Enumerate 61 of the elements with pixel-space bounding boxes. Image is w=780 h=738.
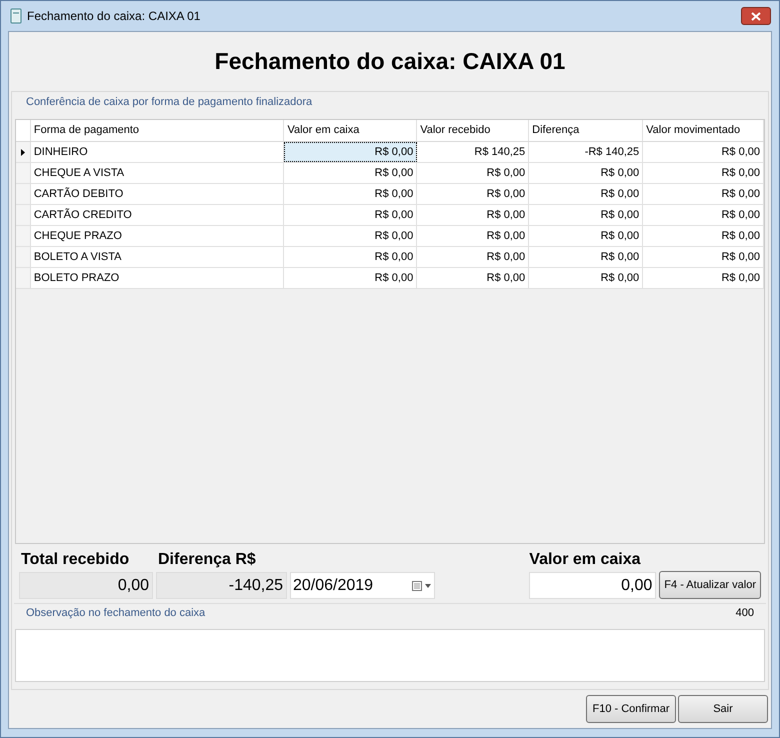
- row-header[interactable]: [16, 142, 31, 162]
- calendar-dropdown-icon: [412, 580, 432, 590]
- table-cell: R$ 0,00: [417, 163, 530, 183]
- table-cell: CARTÃO CREDITO: [30, 205, 284, 225]
- table-cell: R$ 0,00: [284, 268, 418, 288]
- character-counter: 400: [736, 606, 754, 622]
- table-cell: R$ 0,00: [284, 184, 418, 204]
- table-cell: R$ 0,00: [417, 247, 530, 267]
- dialog-button[interactable]: F10 - Confirmar: [586, 695, 676, 723]
- table-cell: R$ 0,00: [284, 142, 418, 162]
- column-header[interactable]: Valor recebido: [417, 120, 530, 141]
- observation-field[interactable]: [15, 629, 765, 682]
- table-cell: R$ 0,00: [284, 226, 418, 246]
- table-cell: R$ 0,00: [529, 205, 644, 225]
- page-heading: Fechamento do caixa: CAIXA 01: [214, 47, 566, 76]
- table-cell: R$ 0,00: [529, 226, 644, 246]
- table-cell: -R$ 140,25: [529, 142, 644, 162]
- table-cell: R$ 0,00: [284, 247, 418, 267]
- column-header[interactable]: Forma de pagamento: [30, 120, 284, 141]
- column-header[interactable]: Diferença: [529, 120, 644, 141]
- close-button[interactable]: [741, 7, 771, 25]
- date-picker[interactable]: 20/06/2019: [290, 572, 435, 599]
- observation-caption: Observação no fechamento do caixa: [26, 606, 206, 622]
- total-label: Total recebido: [20, 550, 130, 570]
- app-icon: [9, 8, 23, 24]
- table-cell: R$ 0,00: [643, 205, 764, 225]
- table-cell: R$ 0,00: [417, 205, 530, 225]
- update-value-button[interactable]: F4 - Atualizar valor: [659, 571, 761, 599]
- total-field: 0,00: [19, 572, 153, 599]
- cash-label: Valor em caixa: [529, 550, 642, 570]
- table-cell: R$ 0,00: [417, 268, 530, 288]
- table-cell: R$ 0,00: [643, 268, 764, 288]
- cash-field[interactable]: 0,00: [529, 572, 656, 599]
- table-cell: CARTÃO DEBITO: [30, 184, 284, 204]
- table-cell: R$ 0,00: [417, 226, 530, 246]
- close-icon: [751, 12, 761, 20]
- table-cell: R$ 0,00: [284, 163, 418, 183]
- table-cell: R$ 0,00: [643, 247, 764, 267]
- table-cell: R$ 0,00: [643, 142, 764, 162]
- row-pointer-icon: [20, 148, 25, 156]
- table-cell: R$ 0,00: [643, 226, 764, 246]
- table-cell: BOLETO PRAZO: [30, 268, 284, 288]
- difference-label: Diferença R$: [157, 550, 257, 570]
- table-cell: R$ 140,25: [417, 142, 530, 162]
- table-cell: R$ 0,00: [417, 184, 530, 204]
- dialog-button[interactable]: Sair: [678, 695, 768, 723]
- table-cell: R$ 0,00: [284, 205, 418, 225]
- table-cell: R$ 0,00: [643, 163, 764, 183]
- window-title: Fechamento do caixa: CAIXA 01: [27, 8, 200, 25]
- table-cell: R$ 0,00: [529, 268, 644, 288]
- group-caption: Conferência de caixa por forma de pagamento finalizadora: [26, 94, 312, 110]
- table-cell: CHEQUE A VISTA: [30, 163, 284, 183]
- table-cell: R$ 0,00: [529, 247, 644, 267]
- table-cell: R$ 0,00: [529, 184, 644, 204]
- table-cell: BOLETO A VISTA: [30, 247, 284, 267]
- column-header[interactable]: Valor em caixa: [284, 120, 418, 141]
- table-cell: R$ 0,00: [529, 163, 644, 183]
- table-cell: R$ 0,00: [643, 184, 764, 204]
- difference-field: -140,25: [156, 572, 287, 599]
- column-header[interactable]: Valor movimentado: [643, 120, 764, 141]
- table-cell: CHEQUE PRAZO: [30, 226, 284, 246]
